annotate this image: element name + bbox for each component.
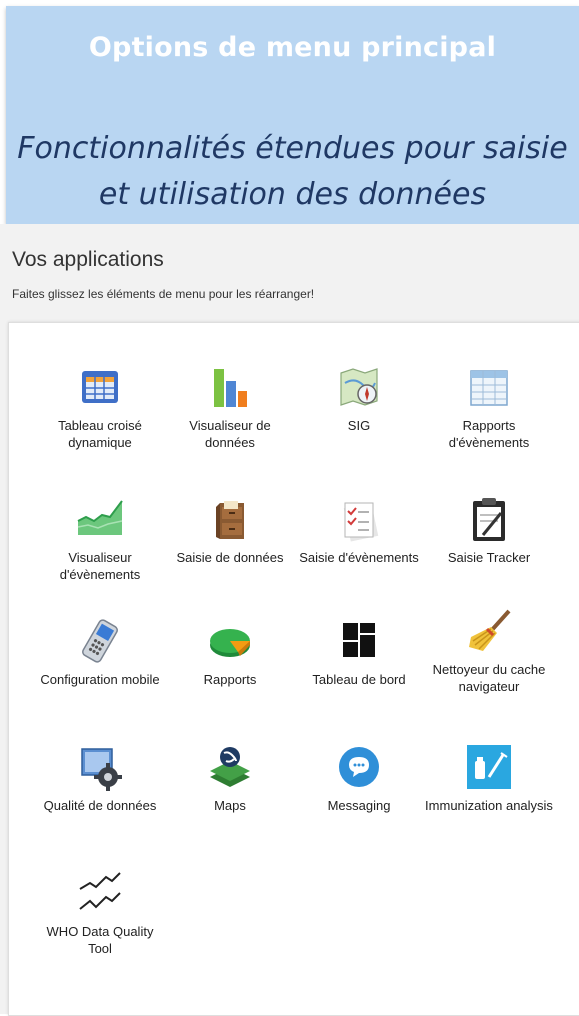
- app-event-reports[interactable]: Rapports d'évènements: [425, 363, 553, 451]
- data-quality-gear-icon: [81, 748, 122, 791]
- app-messaging[interactable]: Messaging: [295, 743, 423, 814]
- file-cabinet-icon: [216, 501, 244, 539]
- chat-bubble-icon: [339, 747, 379, 787]
- app-immunization-analysis[interactable]: Immunization analysis: [425, 743, 553, 814]
- dashboard-icon: [343, 623, 375, 657]
- app-data-visualizer[interactable]: Visualiseur de données: [166, 363, 294, 451]
- app-label: Maps: [214, 798, 246, 813]
- drag-hint: Faites glissez les éléments de menu pour…: [12, 287, 315, 301]
- banner-subtitle: Fonctionnalités étendues pour saisie et …: [17, 131, 568, 212]
- app-maps[interactable]: Maps: [166, 743, 294, 814]
- apps-panel: Tableau croisé dynamique Visualiseur de …: [8, 322, 579, 1016]
- banner-title: Options de menu principal: [88, 32, 497, 63]
- app-label: Saisie Tracker: [447, 550, 531, 565]
- broom-icon: [469, 609, 511, 651]
- app-label: Tableau croisé dynamique: [58, 418, 142, 450]
- app-label: Immunization analysis: [425, 798, 553, 813]
- section-title: Vos applications: [12, 248, 164, 271]
- vaccine-icon: [467, 745, 511, 789]
- app-label: Messaging: [327, 798, 391, 813]
- app-reports[interactable]: Rapports: [166, 617, 294, 688]
- pie-chart-icon: [210, 629, 250, 657]
- app-pivot-table[interactable]: Tableau croisé dynamique: [36, 363, 164, 451]
- app-label: Visualiseur d'évènements: [59, 550, 141, 582]
- checklist-icon: [343, 502, 379, 542]
- app-event-capture[interactable]: Saisie d'évènements: [295, 495, 423, 566]
- app-event-visualizer[interactable]: Visualiseur d'évènements: [36, 495, 164, 583]
- area-chart-icon: [77, 500, 123, 535]
- app-label: Saisie d'évènements: [299, 550, 419, 565]
- app-dashboard[interactable]: Tableau de bord: [295, 617, 423, 688]
- maps-layers-icon: [210, 747, 250, 787]
- app-label: Saisie de données: [176, 550, 284, 565]
- app-label: WHO Data Quality Tool: [46, 924, 154, 956]
- mobile-phone-icon: [82, 619, 118, 663]
- app-label: Configuration mobile: [40, 672, 160, 687]
- apps-section: Vos applications Faites glissez les élém…: [0, 224, 579, 1016]
- app-data-entry[interactable]: Saisie de données: [166, 495, 294, 566]
- header-banner: Options de menu principal Fonctionnalité…: [6, 6, 579, 224]
- event-report-icon: [470, 370, 508, 406]
- app-label: Nettoyeur du cache navigateur: [432, 662, 546, 694]
- app-label: Qualité de données: [43, 798, 157, 813]
- app-browser-cache-cleaner[interactable]: Nettoyeur du cache navigateur: [425, 607, 553, 695]
- app-label: Rapports: [203, 672, 257, 687]
- app-label: Rapports d'évènements: [448, 418, 530, 450]
- bar-chart-icon: [214, 369, 247, 407]
- clipboard-icon: [473, 498, 505, 541]
- app-who-data-quality-tool[interactable]: WHO Data Quality Tool: [36, 869, 164, 957]
- app-tracker-capture[interactable]: Saisie Tracker: [425, 495, 553, 566]
- pivot-table-icon: [82, 371, 118, 403]
- trend-lines-icon: [79, 872, 121, 910]
- app-label: Tableau de bord: [312, 672, 406, 687]
- app-mobile-configuration[interactable]: Configuration mobile: [36, 617, 164, 688]
- app-data-quality[interactable]: Qualité de données: [36, 743, 164, 814]
- app-sig[interactable]: SIG: [295, 363, 423, 434]
- map-compass-icon: [340, 368, 378, 406]
- app-label: SIG: [347, 418, 371, 433]
- app-label: Visualiseur de données: [189, 418, 271, 450]
